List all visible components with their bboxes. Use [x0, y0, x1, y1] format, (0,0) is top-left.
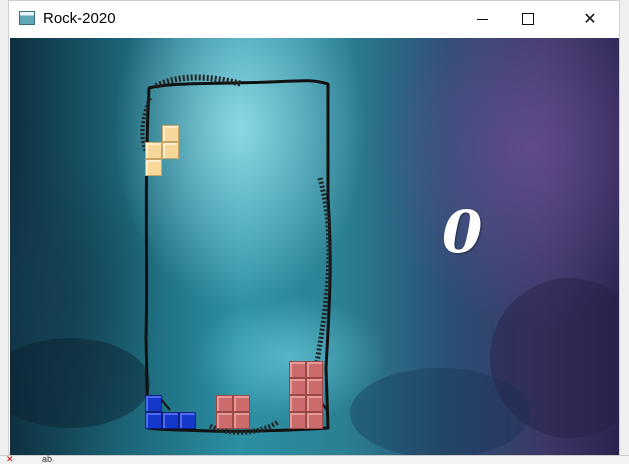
- close-icon: ✕: [583, 11, 597, 28]
- window-title: Rock-2020: [43, 10, 116, 27]
- stacked-block-red: [216, 412, 233, 429]
- minimize-icon: [476, 18, 488, 20]
- stacked-block-red: [289, 378, 306, 395]
- app-window: Rock-2020 ✕ 0: [8, 0, 620, 456]
- stacked-block-blue: [145, 395, 162, 412]
- stacked-block-red: [306, 361, 323, 378]
- stacked-block-red: [289, 361, 306, 378]
- stacked-block-red: [289, 412, 306, 429]
- falling-piece-block: [162, 142, 179, 159]
- stacked-block-red: [216, 395, 233, 412]
- stacked-block-red: [233, 412, 250, 429]
- stacked-block-red: [233, 395, 250, 412]
- minimize-button[interactable]: [459, 1, 505, 37]
- close-button[interactable]: ✕: [567, 1, 613, 37]
- maximize-icon: [522, 13, 534, 25]
- stacked-block-blue: [179, 412, 196, 429]
- score-display: 0: [442, 198, 483, 266]
- falling-piece-block: [162, 125, 179, 142]
- app-icon: [19, 11, 35, 25]
- falling-piece-block: [145, 159, 162, 176]
- stacked-block-blue: [162, 412, 179, 429]
- stacked-block-red: [306, 395, 323, 412]
- game-canvas[interactable]: 0: [10, 38, 619, 456]
- title-bar[interactable]: Rock-2020 ✕: [9, 1, 619, 37]
- stacked-block-red: [306, 412, 323, 429]
- stacked-block-red: [289, 395, 306, 412]
- stacked-block-blue: [145, 412, 162, 429]
- maximize-button[interactable]: [505, 1, 551, 37]
- falling-piece-block: [145, 142, 162, 159]
- stacked-block-red: [306, 378, 323, 395]
